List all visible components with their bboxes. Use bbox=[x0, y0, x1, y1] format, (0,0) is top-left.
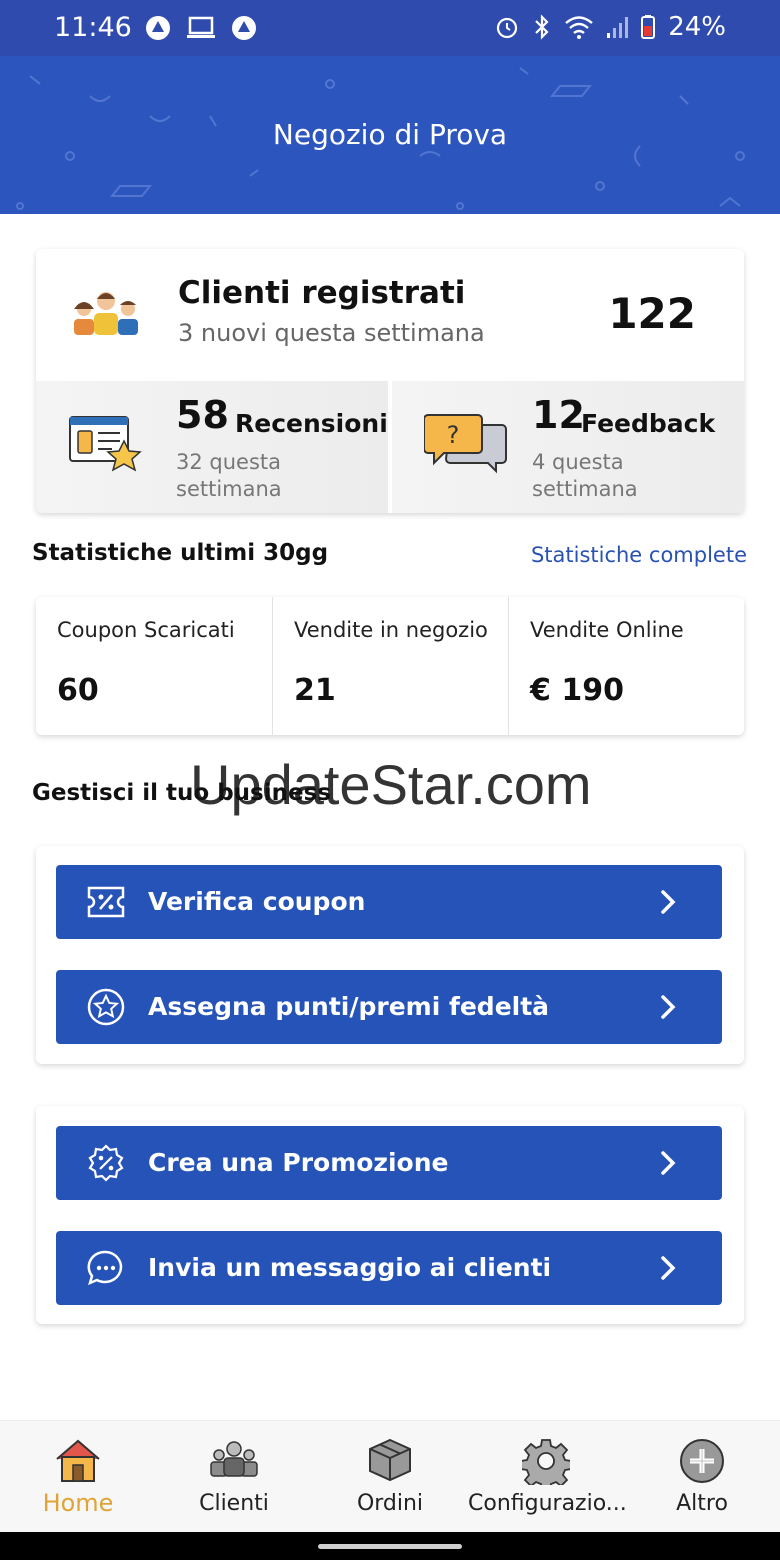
laptop-icon bbox=[187, 16, 215, 38]
chevron-right-icon bbox=[661, 890, 676, 914]
clients-summary-card[interactable]: Clienti registrati 3 nuovi questa settim… bbox=[36, 249, 744, 513]
reviews-subtitle: 32 questa settimana bbox=[176, 450, 282, 501]
action-label: Verifica coupon bbox=[148, 887, 366, 916]
home-gesture-pill[interactable] bbox=[318, 1544, 462, 1549]
feedback-section[interactable]: ? 12 Feedback 4 questa settimana bbox=[392, 381, 744, 513]
chevron-right-icon bbox=[661, 1256, 676, 1280]
bottom-navigation: Home Clienti Ordini Configurazio... Altr… bbox=[0, 1420, 780, 1532]
nav-label: Ordini bbox=[356, 1491, 424, 1516]
store-title: Negozio di Prova bbox=[272, 118, 508, 151]
wifi-icon bbox=[565, 16, 593, 39]
reviews-label: Recensioni bbox=[235, 409, 388, 438]
alarm-icon bbox=[497, 17, 518, 39]
battery-icon bbox=[641, 15, 656, 39]
action-label: Crea una Promozione bbox=[148, 1148, 449, 1177]
chevron-right-icon bbox=[661, 1151, 676, 1175]
nav-label: Configurazio... bbox=[468, 1491, 627, 1516]
stat-in-store-sales[interactable]: Vendite in negozio 21 bbox=[272, 597, 508, 735]
app-notification-icon bbox=[146, 16, 170, 40]
send-message-button[interactable]: Invia un messaggio ai clienti bbox=[56, 1231, 722, 1305]
actions-card-1: Verifica coupon Assegna punti/premi fede… bbox=[36, 846, 744, 1064]
feedback-label: Feedback bbox=[581, 409, 716, 438]
app-notification-icon-2 bbox=[232, 16, 256, 40]
feedback-count: 12 bbox=[532, 393, 585, 437]
gear-icon bbox=[522, 1439, 570, 1485]
assign-loyalty-points-button[interactable]: Assegna punti/premi fedeltà bbox=[56, 970, 722, 1044]
stats-title: Statistiche ultimi 30gg bbox=[32, 540, 329, 566]
action-label: Assegna punti/premi fedeltà bbox=[148, 992, 550, 1021]
nav-home[interactable]: Home bbox=[0, 1421, 156, 1533]
nav-label: Clienti bbox=[199, 1491, 269, 1516]
stat-value: 60 bbox=[57, 673, 99, 708]
clients-icon bbox=[210, 1441, 258, 1477]
stat-value: 21 bbox=[294, 673, 336, 708]
registered-clients-title: Clienti registrati bbox=[178, 275, 466, 311]
gesture-bar bbox=[0, 1532, 780, 1560]
feedback-subtitle: 4 questa settimana bbox=[532, 450, 638, 501]
reviews-count: 58 bbox=[176, 393, 229, 437]
svg-text:?: ? bbox=[447, 421, 460, 449]
percent-badge-icon bbox=[88, 1144, 124, 1182]
stat-label: Vendite in negozio bbox=[294, 618, 488, 642]
create-promotion-button[interactable]: Crea una Promozione bbox=[56, 1126, 722, 1200]
feedback-chat-icon: ? bbox=[424, 414, 507, 474]
stat-online-sales[interactable]: Vendite Online € 190 bbox=[508, 597, 744, 735]
nav-orders[interactable]: Ordini bbox=[312, 1421, 468, 1533]
coupon-icon bbox=[87, 886, 125, 918]
registered-clients-section[interactable]: Clienti registrati 3 nuovi questa settim… bbox=[36, 249, 744, 381]
battery-percent: 24% bbox=[668, 12, 726, 42]
verify-coupon-button[interactable]: Verifica coupon bbox=[56, 865, 722, 939]
box-icon bbox=[369, 1438, 411, 1482]
stat-value: € 190 bbox=[530, 673, 624, 708]
full-stats-link[interactable]: Statistiche complete bbox=[531, 543, 747, 567]
watermark: UpdateStar.com bbox=[190, 753, 592, 816]
nav-more[interactable]: Altro bbox=[624, 1421, 780, 1533]
stat-label: Coupon Scaricati bbox=[57, 618, 235, 642]
stat-label: Vendite Online bbox=[530, 618, 684, 642]
nav-label: Altro bbox=[676, 1491, 728, 1516]
registered-clients-subtitle: 3 nuovi questa settimana bbox=[178, 319, 485, 347]
actions-card-2: Crea una Promozione Invia un messaggio a… bbox=[36, 1106, 744, 1324]
reviews-section[interactable]: 58 Recensioni 32 questa settimana bbox=[36, 381, 388, 513]
users-group-icon bbox=[74, 292, 138, 335]
signal-icon bbox=[607, 17, 629, 38]
nav-clients[interactable]: Clienti bbox=[156, 1421, 312, 1533]
nav-label: Home bbox=[42, 1489, 114, 1517]
home-icon bbox=[56, 1439, 100, 1482]
status-time: 11:46 bbox=[54, 12, 132, 43]
reviews-icon bbox=[69, 416, 142, 472]
action-label: Invia un messaggio ai clienti bbox=[148, 1253, 552, 1282]
nav-settings[interactable]: Configurazio... bbox=[468, 1421, 627, 1533]
bluetooth-icon bbox=[535, 14, 549, 40]
star-badge-icon bbox=[87, 988, 125, 1026]
registered-clients-count: 122 bbox=[608, 289, 696, 338]
status-bar: 11:46 24% bbox=[0, 0, 780, 56]
stats-card: Coupon Scaricati 60 Vendite in negozio 2… bbox=[36, 597, 744, 735]
app-header: Negozio di Prova bbox=[0, 56, 780, 214]
chat-bubble-icon bbox=[87, 1250, 123, 1286]
chevron-right-icon bbox=[661, 995, 676, 1019]
stat-coupons-downloaded[interactable]: Coupon Scaricati 60 bbox=[36, 597, 272, 735]
plus-circle-icon bbox=[680, 1439, 724, 1483]
